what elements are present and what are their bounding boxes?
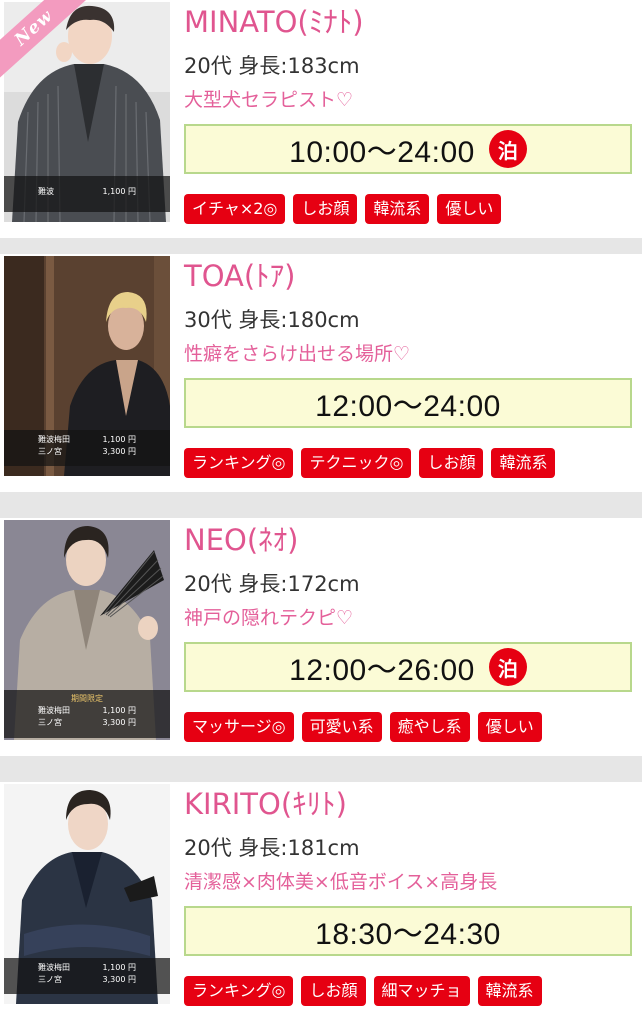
working-hours-box: 18:30〜24:30 xyxy=(184,906,632,956)
tag-list: マッサージ◎ 可愛い系 癒やし系 優しい xyxy=(184,712,542,742)
tag[interactable]: テクニック◎ xyxy=(301,448,412,478)
working-hours: 12:00〜26:00 xyxy=(289,654,475,687)
price-value: 3,300 円 xyxy=(102,447,136,456)
cast-card-kirito[interactable]: 難波梅田 1,100 円 三ノ宮 3,300 円 KIRITO(ｷﾘﾄ) 20代… xyxy=(0,782,642,1024)
tag[interactable]: 細マッチョ xyxy=(373,976,470,1006)
price-row: 三ノ宮 3,300 円 xyxy=(4,446,170,458)
tag[interactable]: しお顔 xyxy=(301,976,366,1006)
price-area: 難波梅田 xyxy=(38,963,70,972)
price-panel: 難波梅田 1,100 円 三ノ宮 3,300 円 xyxy=(4,430,170,466)
tag[interactable]: マッサージ◎ xyxy=(184,712,294,742)
working-hours-box: 12:00〜24:00 xyxy=(184,378,632,428)
working-hours-box: 10:00〜24:00 泊 xyxy=(184,124,632,174)
price-value: 1,100 円 xyxy=(102,435,136,444)
cast-catchphrase: 神戸の隠れテクピ♡ xyxy=(184,607,354,629)
price-value: 3,300 円 xyxy=(102,718,136,727)
cast-catchphrase: 大型犬セラピスト♡ xyxy=(184,89,354,111)
price-panel: 難波 1,100 円 xyxy=(4,176,170,212)
tag[interactable]: 優しい xyxy=(477,712,542,742)
cast-card-minato[interactable]: New 難波 1,100 円 MINATO(ﾐﾅﾄ) 20代 身長:183cm … xyxy=(0,0,642,238)
price-area: 難波 xyxy=(38,187,54,196)
tag[interactable]: しお顔 xyxy=(419,448,484,478)
stay-badge-icon: 泊 xyxy=(488,130,527,168)
price-area: 三ノ宮 xyxy=(38,975,62,984)
tag[interactable]: 癒やし系 xyxy=(389,712,470,742)
working-hours: 12:00〜24:00 xyxy=(315,390,501,423)
tag[interactable]: 韓流系 xyxy=(491,448,556,478)
price-row: 三ノ宮 3,300 円 xyxy=(4,974,170,986)
cast-profile: 20代 身長:172cm xyxy=(184,572,360,596)
limited-offer-label: 期間限定 xyxy=(71,694,103,703)
cast-profile: 30代 身長:180cm xyxy=(184,308,360,332)
tag[interactable]: しお顔 xyxy=(293,194,358,224)
cast-name[interactable]: KIRITO(ｷﾘﾄ) xyxy=(184,786,347,822)
working-hours: 10:00〜24:00 xyxy=(289,136,475,169)
cast-name[interactable]: MINATO(ﾐﾅﾄ) xyxy=(184,4,364,40)
cast-name[interactable]: NEO(ﾈｵ) xyxy=(184,522,298,558)
cast-profile: 20代 身長:181cm xyxy=(184,836,360,860)
tag-list: イチャ×2◎ しお顔 韓流系 優しい xyxy=(184,194,502,224)
price-row: 難波梅田 1,100 円 xyxy=(4,705,170,717)
tag[interactable]: 優しい xyxy=(437,194,502,224)
price-panel: 難波梅田 1,100 円 三ノ宮 3,300 円 xyxy=(4,958,170,994)
tag-list: ランキング◎ テクニック◎ しお顔 韓流系 xyxy=(184,448,556,478)
tag[interactable]: 韓流系 xyxy=(477,976,542,1006)
stay-badge-icon: 泊 xyxy=(488,648,527,686)
tag[interactable]: ランキング◎ xyxy=(184,448,294,478)
cast-name[interactable]: TOA(ﾄｱ) xyxy=(184,258,296,294)
cast-card-neo[interactable]: 期間限定 難波梅田 1,100 円 三ノ宮 3,300 円 NEO(ﾈｵ) 20… xyxy=(0,518,642,756)
price-value: 1,100 円 xyxy=(102,706,136,715)
tag-list: ランキング◎ しお顔 細マッチョ 韓流系 xyxy=(184,976,542,1006)
cast-profile: 20代 身長:183cm xyxy=(184,54,360,78)
working-hours: 18:30〜24:30 xyxy=(315,918,501,951)
working-hours-box: 12:00〜26:00 泊 xyxy=(184,642,632,692)
price-area: 難波梅田 xyxy=(38,435,70,444)
price-value: 1,100 円 xyxy=(102,187,136,196)
price-row: 難波 1,100 円 xyxy=(4,186,170,198)
tag[interactable]: 韓流系 xyxy=(365,194,430,224)
price-value: 1,100 円 xyxy=(102,963,136,972)
price-row: 三ノ宮 3,300 円 xyxy=(4,717,170,729)
price-area: 三ノ宮 xyxy=(38,447,62,456)
price-area: 三ノ宮 xyxy=(38,718,62,727)
price-panel: 期間限定 難波梅田 1,100 円 三ノ宮 3,300 円 xyxy=(4,690,170,738)
tag[interactable]: 可愛い系 xyxy=(301,712,382,742)
cast-catchphrase: 性癖をさらけ出せる場所♡ xyxy=(184,343,411,365)
tag[interactable]: イチャ×2◎ xyxy=(184,194,286,224)
tag[interactable]: ランキング◎ xyxy=(184,976,294,1006)
price-value: 3,300 円 xyxy=(102,975,136,984)
price-area: 難波梅田 xyxy=(38,706,70,715)
cast-catchphrase: 清潔感×肉体美×低音ボイス×高身長 xyxy=(184,871,498,893)
price-row: 難波梅田 1,100 円 xyxy=(4,962,170,974)
cast-card-toa[interactable]: 難波梅田 1,100 円 三ノ宮 3,300 円 TOA(ﾄｱ) 30代 身長:… xyxy=(0,254,642,492)
price-row: 難波梅田 1,100 円 xyxy=(4,434,170,446)
